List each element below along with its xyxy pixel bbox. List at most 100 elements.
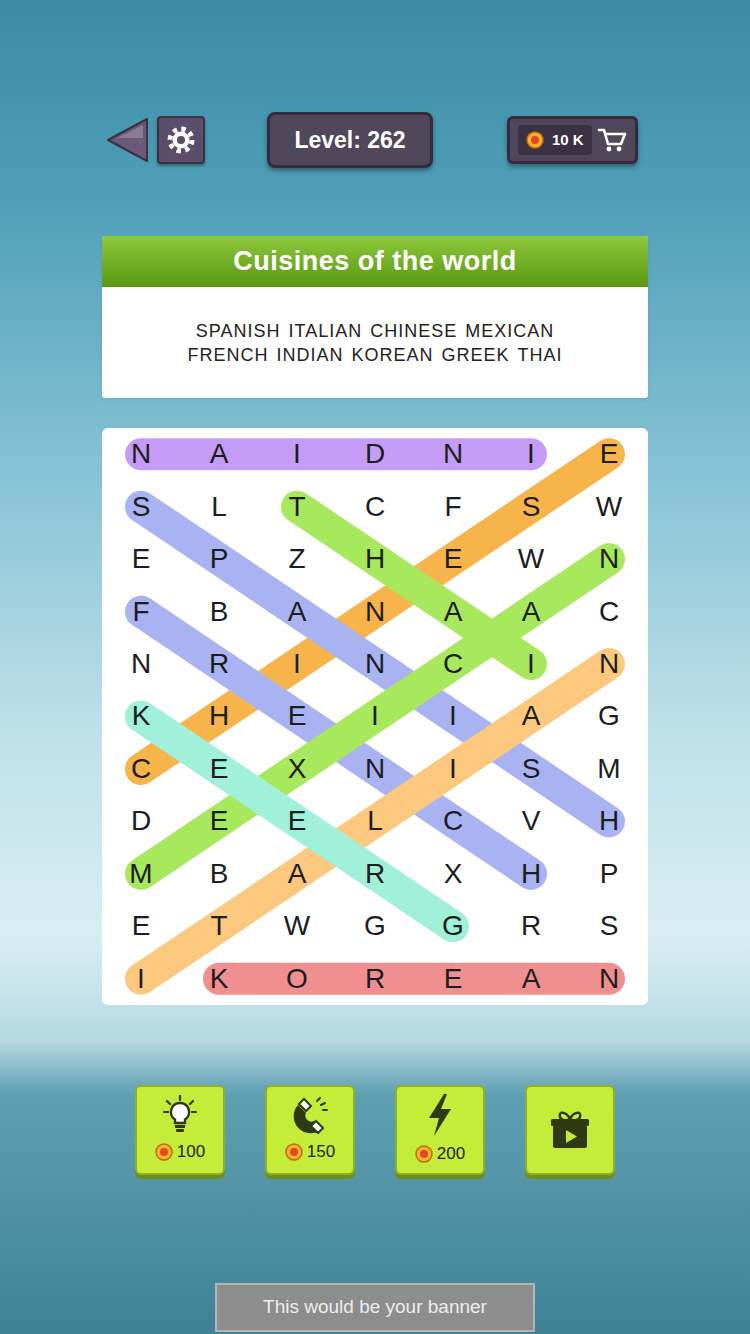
letter-cell[interactable]: F (102, 585, 180, 637)
letter-cell[interactable]: A (492, 952, 570, 1004)
back-button[interactable] (105, 116, 150, 164)
letter-cell[interactable]: I (492, 638, 570, 690)
letter-cell[interactable]: R (336, 952, 414, 1004)
letter-cell[interactable]: F (414, 480, 492, 532)
letter-cell[interactable]: E (180, 795, 258, 847)
found-word-highlight (141, 559, 609, 874)
letter-cell[interactable]: I (258, 638, 336, 690)
ad-banner[interactable]: This would be your banner (215, 1283, 535, 1332)
letter-cell[interactable]: R (336, 848, 414, 900)
letter-cell[interactable]: B (180, 848, 258, 900)
letter-cell[interactable]: W (258, 900, 336, 952)
letter-cell[interactable]: N (570, 533, 648, 585)
target-word: CHINESE (370, 319, 457, 343)
letter-cell[interactable]: E (414, 952, 492, 1004)
letter-cell[interactable]: G (570, 690, 648, 742)
settings-button[interactable] (157, 116, 205, 164)
cost-value: 200 (437, 1141, 465, 1167)
letter-cell[interactable]: E (102, 533, 180, 585)
letter-cell[interactable]: E (414, 533, 492, 585)
letter-cell[interactable]: P (570, 848, 648, 900)
letter-cell[interactable]: E (180, 743, 258, 795)
letter-cell[interactable]: A (258, 848, 336, 900)
letter-grid[interactable]: NAIDNIESLTCFSWEPZHEWNFBANAACNRINCINKHEII… (102, 428, 648, 1005)
coin-icon (526, 131, 544, 149)
cost-value: 150 (307, 1139, 335, 1165)
letter-cell[interactable]: A (180, 428, 258, 480)
letter-cell[interactable]: N (102, 638, 180, 690)
coin-count: 10 K (552, 129, 584, 152)
letter-cell[interactable]: C (336, 480, 414, 532)
letter-cell[interactable]: K (180, 952, 258, 1004)
letter-cell[interactable]: C (102, 743, 180, 795)
letter-cell[interactable]: T (258, 480, 336, 532)
letter-cell[interactable]: I (414, 743, 492, 795)
letter-cell[interactable]: I (336, 690, 414, 742)
cart-icon (597, 126, 627, 154)
puzzle-card: Cuisines of the worldSPANISHITALIANCHINE… (102, 236, 648, 398)
letter-cell[interactable]: G (336, 900, 414, 952)
letter-cell[interactable]: M (570, 743, 648, 795)
letter-cell[interactable]: R (180, 638, 258, 690)
letter-cell[interactable]: N (570, 638, 648, 690)
letter-cell[interactable]: C (570, 585, 648, 637)
letter-cell[interactable]: C (414, 795, 492, 847)
letter-cell[interactable]: S (102, 480, 180, 532)
letter-cell[interactable]: D (336, 428, 414, 480)
letter-cell[interactable]: N (414, 428, 492, 480)
letter-cell[interactable]: S (492, 743, 570, 795)
letter-cell[interactable]: W (570, 480, 648, 532)
letter-cell[interactable]: S (492, 480, 570, 532)
letter-cell[interactable]: I (492, 428, 570, 480)
letter-cell[interactable]: W (492, 533, 570, 585)
letter-cell[interactable]: I (258, 428, 336, 480)
letter-cell[interactable]: O (258, 952, 336, 1004)
letter-cell[interactable]: H (336, 533, 414, 585)
letter-cell[interactable]: H (492, 848, 570, 900)
letter-cell[interactable]: E (258, 690, 336, 742)
letter-cell[interactable]: R (492, 900, 570, 952)
letter-cell[interactable]: N (570, 952, 648, 1004)
word-list: SPANISHITALIANCHINESEMEXICANFRENCHINDIAN… (102, 287, 648, 398)
letter-cell[interactable]: N (336, 743, 414, 795)
hint-button[interactable]: 100 (135, 1085, 225, 1175)
letter-cell[interactable]: L (336, 795, 414, 847)
letter-cell[interactable]: H (570, 795, 648, 847)
lightning-button[interactable]: 200 (395, 1085, 485, 1175)
letter-cell[interactable]: A (414, 585, 492, 637)
letter-cell[interactable]: A (492, 690, 570, 742)
letter-cell[interactable]: S (570, 900, 648, 952)
letter-cell[interactable]: P (180, 533, 258, 585)
letter-cell[interactable]: M (102, 848, 180, 900)
tool-cost: 150 (285, 1139, 335, 1165)
target-word: FRENCH (187, 343, 268, 367)
letter-cell[interactable]: E (258, 795, 336, 847)
letter-cell[interactable]: E (570, 428, 648, 480)
letter-cell[interactable]: Z (258, 533, 336, 585)
letter-cell[interactable]: A (258, 585, 336, 637)
letter-cell[interactable]: E (102, 900, 180, 952)
letter-cell[interactable]: V (492, 795, 570, 847)
letter-cell[interactable]: I (414, 690, 492, 742)
video-button[interactable] (525, 1085, 615, 1175)
letter-cell[interactable]: X (414, 848, 492, 900)
letter-cell[interactable]: N (336, 638, 414, 690)
lightning-icon (425, 1093, 455, 1137)
letter-cell[interactable]: T (180, 900, 258, 952)
letter-cell[interactable]: H (180, 690, 258, 742)
game-screen: Level: 26210 KCuisines of the worldSPANI… (0, 0, 750, 1334)
letter-cell[interactable]: B (180, 585, 258, 637)
coin-icon (155, 1143, 173, 1161)
letter-cell[interactable]: N (102, 428, 180, 480)
letter-cell[interactable]: D (102, 795, 180, 847)
letter-cell[interactable]: X (258, 743, 336, 795)
letter-cell[interactable]: I (102, 952, 180, 1004)
magnet-button[interactable]: 150 (265, 1085, 355, 1175)
letter-cell[interactable]: A (492, 585, 570, 637)
letter-cell[interactable]: L (180, 480, 258, 532)
coin-shop[interactable]: 10 K (507, 116, 638, 164)
letter-cell[interactable]: G (414, 900, 492, 952)
letter-cell[interactable]: K (102, 690, 180, 742)
letter-cell[interactable]: N (336, 585, 414, 637)
letter-cell[interactable]: C (414, 638, 492, 690)
